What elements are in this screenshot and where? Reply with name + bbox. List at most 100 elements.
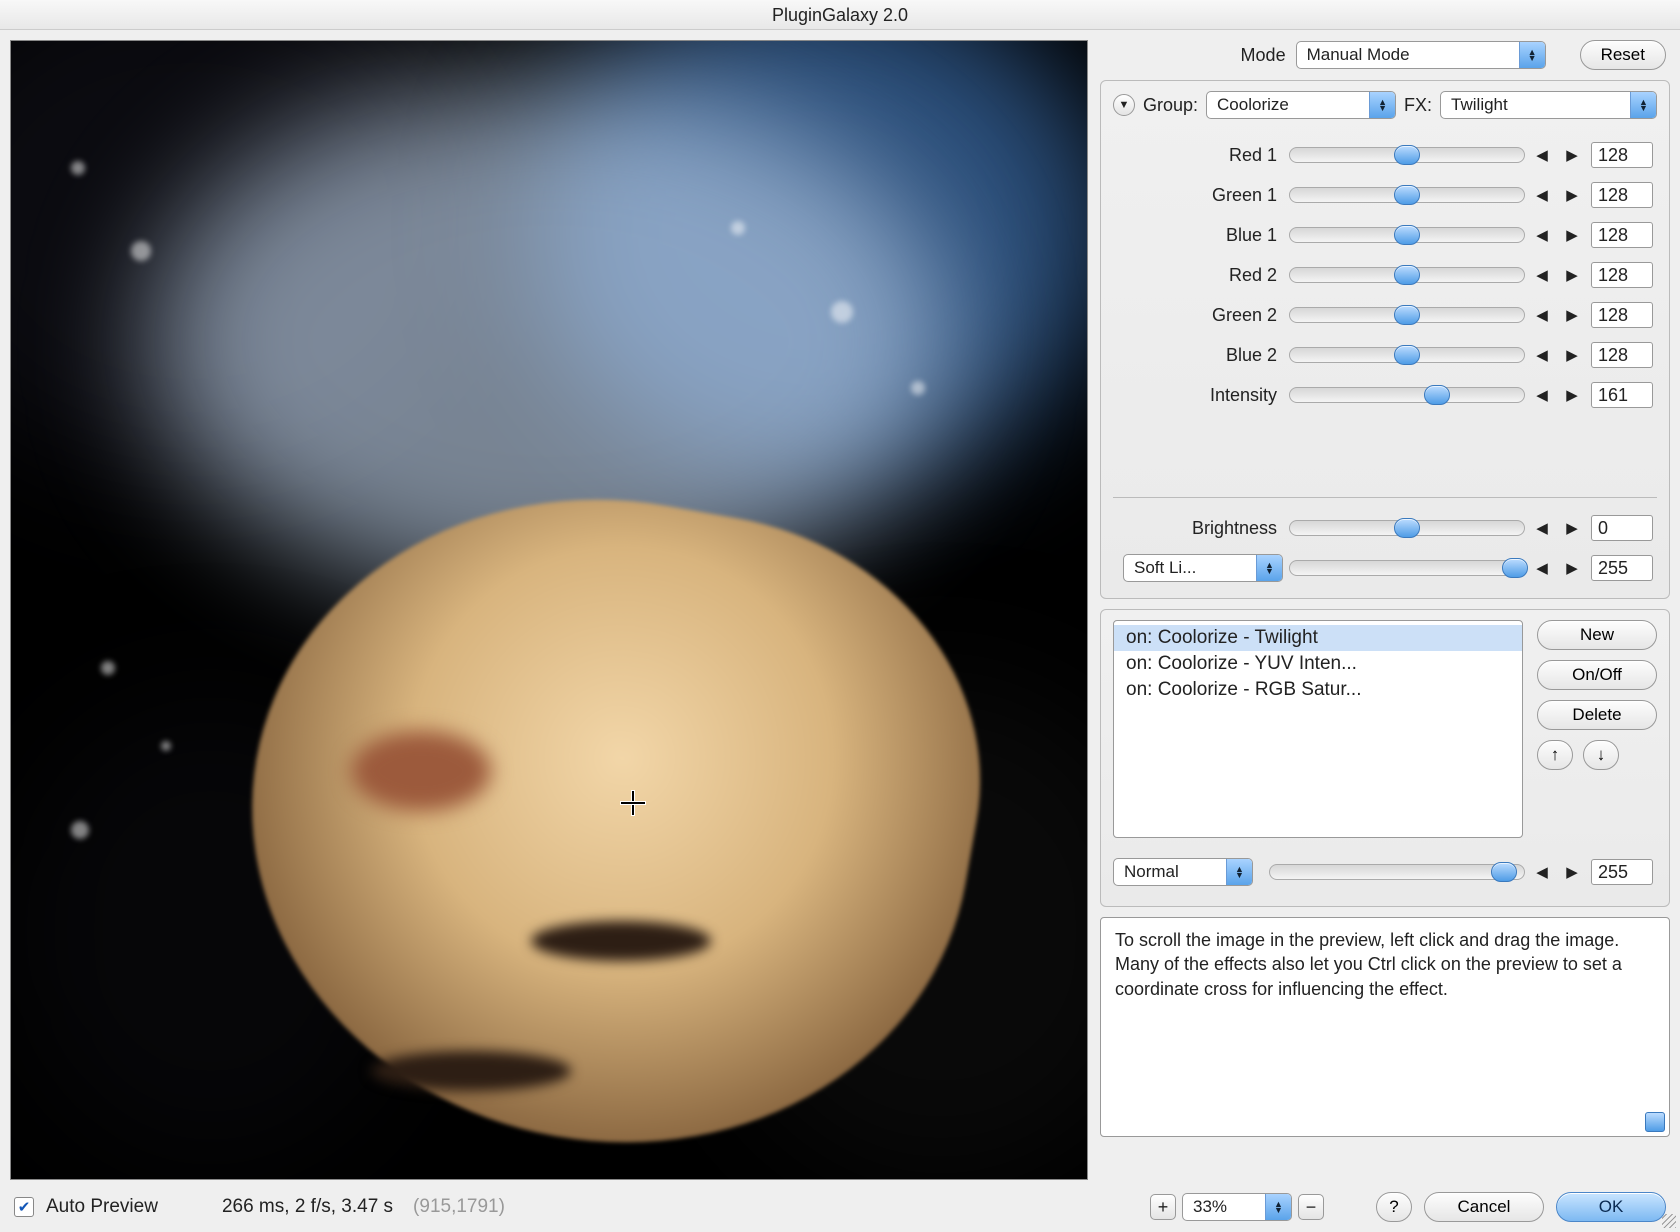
nudge-right-icon[interactable]: ▶ bbox=[1561, 517, 1583, 539]
nudge-left-icon[interactable]: ◀ bbox=[1531, 304, 1553, 326]
param-label: Blue 1 bbox=[1113, 225, 1283, 246]
preview-image[interactable] bbox=[10, 40, 1088, 1180]
slider-thumb[interactable] bbox=[1502, 558, 1528, 578]
nudge-right-icon[interactable]: ▶ bbox=[1561, 861, 1583, 883]
collapse-toggle[interactable]: ▼ bbox=[1113, 94, 1135, 116]
nudge-right-icon[interactable]: ▶ bbox=[1561, 557, 1583, 579]
nudge-right-icon[interactable]: ▶ bbox=[1561, 184, 1583, 206]
render-stats: 266 ms, 2 f/s, 3.47 s bbox=[222, 1196, 393, 1218]
nudge-right-icon[interactable]: ▶ bbox=[1561, 144, 1583, 166]
slider-thumb[interactable] bbox=[1394, 185, 1420, 205]
group-select-value: Coolorize bbox=[1207, 95, 1299, 115]
new-button[interactable]: New bbox=[1537, 620, 1657, 650]
param-label: Red 2 bbox=[1113, 265, 1283, 286]
nudge-left-icon[interactable]: ◀ bbox=[1531, 517, 1553, 539]
mode-select-value: Manual Mode bbox=[1297, 45, 1420, 65]
param-value[interactable]: 128 bbox=[1591, 302, 1653, 328]
mode-label: Mode bbox=[1241, 45, 1286, 66]
slider-thumb[interactable] bbox=[1491, 862, 1517, 882]
blend-mode-select[interactable]: Soft Li... ▲▼ bbox=[1123, 554, 1283, 582]
window-resize-grip[interactable] bbox=[1658, 1210, 1678, 1230]
fx-stack-item[interactable]: on: Coolorize - YUV Inten... bbox=[1114, 651, 1522, 677]
help-text: To scroll the image in the preview, left… bbox=[1100, 917, 1670, 1137]
chevron-updown-icon: ▲▼ bbox=[1265, 1194, 1291, 1220]
chevron-updown-icon: ▲▼ bbox=[1256, 555, 1282, 581]
fx-label: FX: bbox=[1404, 95, 1432, 116]
fx-stack-item[interactable]: on: Coolorize - Twilight bbox=[1114, 625, 1522, 651]
mode-select[interactable]: Manual Mode ▲▼ bbox=[1296, 41, 1546, 69]
param-label: Blue 2 bbox=[1113, 345, 1283, 366]
nudge-left-icon[interactable]: ◀ bbox=[1531, 557, 1553, 579]
group-select[interactable]: Coolorize ▲▼ bbox=[1206, 91, 1396, 119]
slider-thumb[interactable] bbox=[1394, 225, 1420, 245]
slider-thumb[interactable] bbox=[1394, 265, 1420, 285]
param-slider[interactable] bbox=[1289, 347, 1525, 363]
reset-button[interactable]: Reset bbox=[1580, 40, 1666, 70]
nudge-left-icon[interactable]: ◀ bbox=[1531, 184, 1553, 206]
brightness-slider[interactable] bbox=[1289, 520, 1525, 536]
nudge-left-icon[interactable]: ◀ bbox=[1531, 264, 1553, 286]
blend-value[interactable]: 255 bbox=[1591, 555, 1653, 581]
param-value[interactable]: 128 bbox=[1591, 182, 1653, 208]
fx-stack-list[interactable]: on: Coolorize - Twilighton: Coolorize - … bbox=[1113, 620, 1523, 838]
nudge-left-icon[interactable]: ◀ bbox=[1531, 861, 1553, 883]
param-value[interactable]: 128 bbox=[1591, 222, 1653, 248]
blend-mode-value: Soft Li... bbox=[1124, 558, 1206, 578]
auto-preview-checkbox[interactable]: ✔ bbox=[14, 1197, 34, 1217]
chevron-updown-icon: ▲▼ bbox=[1226, 859, 1252, 885]
nudge-left-icon[interactable]: ◀ bbox=[1531, 224, 1553, 246]
chevron-updown-icon: ▲▼ bbox=[1519, 42, 1545, 68]
fx-select[interactable]: Twilight ▲▼ bbox=[1440, 91, 1657, 119]
chevron-updown-icon: ▲▼ bbox=[1630, 92, 1656, 118]
delete-button[interactable]: Delete bbox=[1537, 700, 1657, 730]
move-down-button[interactable]: ↓ bbox=[1583, 740, 1619, 770]
cancel-button[interactable]: Cancel bbox=[1424, 1192, 1544, 1222]
fx-stack-panel: on: Coolorize - Twilighton: Coolorize - … bbox=[1100, 609, 1670, 907]
nudge-right-icon[interactable]: ▶ bbox=[1561, 264, 1583, 286]
mouse-coords: (915,1791) bbox=[413, 1196, 505, 1218]
slider-thumb[interactable] bbox=[1394, 145, 1420, 165]
nudge-left-icon[interactable]: ◀ bbox=[1531, 384, 1553, 406]
param-value[interactable]: 128 bbox=[1591, 342, 1653, 368]
onoff-button[interactable]: On/Off bbox=[1537, 660, 1657, 690]
output-slider[interactable] bbox=[1269, 864, 1525, 880]
output-value[interactable]: 255 bbox=[1591, 859, 1653, 885]
fx-stack-item[interactable]: on: Coolorize - RGB Satur... bbox=[1114, 677, 1522, 703]
blend-slider[interactable] bbox=[1289, 560, 1525, 576]
resize-corner-icon[interactable] bbox=[1645, 1112, 1665, 1132]
nudge-right-icon[interactable]: ▶ bbox=[1561, 344, 1583, 366]
nudge-right-icon[interactable]: ▶ bbox=[1561, 384, 1583, 406]
param-slider[interactable] bbox=[1289, 147, 1525, 163]
brightness-value[interactable]: 0 bbox=[1591, 515, 1653, 541]
param-label: Green 2 bbox=[1113, 305, 1283, 326]
param-slider[interactable] bbox=[1289, 267, 1525, 283]
ok-button[interactable]: OK bbox=[1556, 1192, 1666, 1222]
param-label: Intensity bbox=[1113, 385, 1283, 406]
zoom-out-button[interactable]: − bbox=[1298, 1194, 1324, 1220]
zoom-in-button[interactable]: + bbox=[1150, 1194, 1176, 1220]
param-slider[interactable] bbox=[1289, 227, 1525, 243]
slider-thumb[interactable] bbox=[1424, 385, 1450, 405]
nudge-right-icon[interactable]: ▶ bbox=[1561, 224, 1583, 246]
nudge-right-icon[interactable]: ▶ bbox=[1561, 304, 1583, 326]
slider-thumb[interactable] bbox=[1394, 518, 1420, 538]
nudge-left-icon[interactable]: ◀ bbox=[1531, 344, 1553, 366]
param-label: Green 1 bbox=[1113, 185, 1283, 206]
slider-thumb[interactable] bbox=[1394, 305, 1420, 325]
param-slider[interactable] bbox=[1289, 187, 1525, 203]
param-value[interactable]: 128 bbox=[1591, 142, 1653, 168]
zoom-select[interactable]: 33% ▲▼ bbox=[1182, 1193, 1292, 1221]
auto-preview-label: Auto Preview bbox=[46, 1196, 158, 1218]
move-up-button[interactable]: ↑ bbox=[1537, 740, 1573, 770]
param-value[interactable]: 128 bbox=[1591, 262, 1653, 288]
slider-thumb[interactable] bbox=[1394, 345, 1420, 365]
param-label: Red 1 bbox=[1113, 145, 1283, 166]
output-mode-select[interactable]: Normal ▲▼ bbox=[1113, 858, 1253, 886]
nudge-left-icon[interactable]: ◀ bbox=[1531, 144, 1553, 166]
help-text-content: To scroll the image in the preview, left… bbox=[1115, 930, 1622, 999]
help-button[interactable]: ? bbox=[1376, 1192, 1412, 1222]
brightness-label: Brightness bbox=[1113, 518, 1283, 539]
param-slider[interactable] bbox=[1289, 307, 1525, 323]
param-value[interactable]: 161 bbox=[1591, 382, 1653, 408]
param-slider[interactable] bbox=[1289, 387, 1525, 403]
